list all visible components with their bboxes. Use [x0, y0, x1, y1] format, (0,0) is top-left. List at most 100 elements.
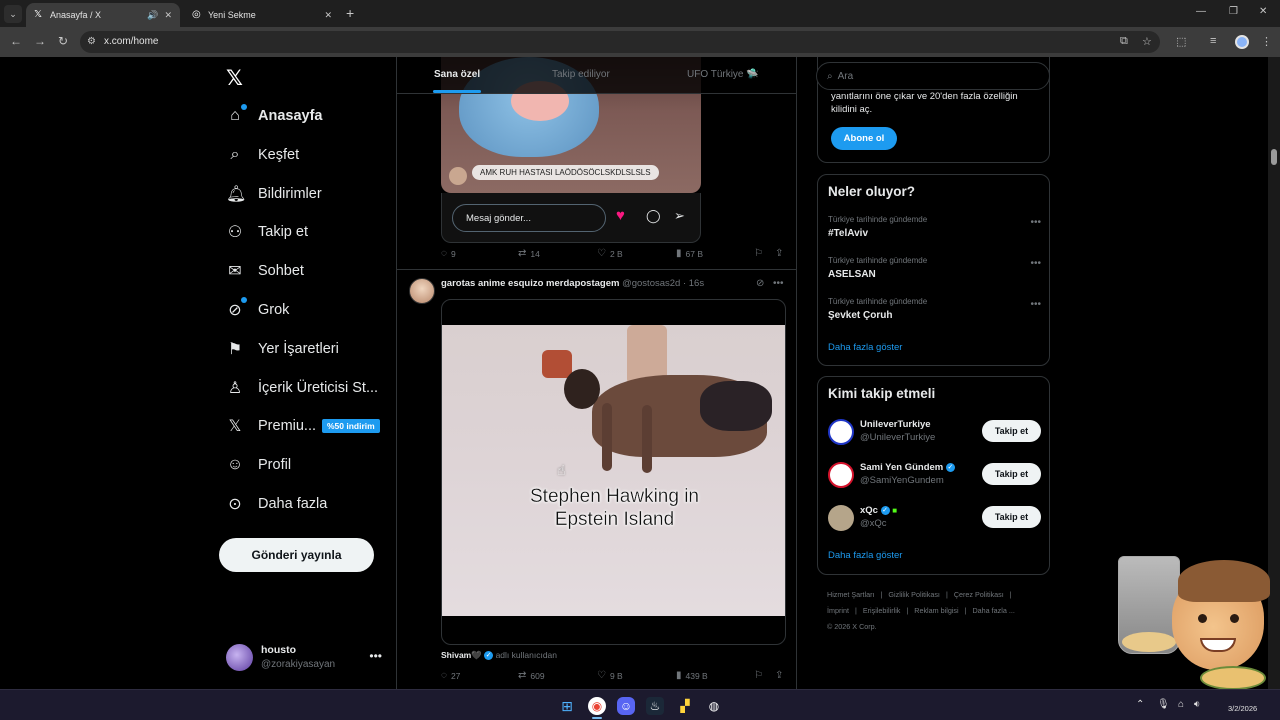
reply-button[interactable]: ◌ 9: [441, 248, 456, 259]
avatar[interactable]: [409, 278, 435, 304]
sidebar-item-grok[interactable]: ⊘ Grok: [226, 296, 289, 324]
share-button[interactable]: ⇪: [775, 248, 783, 259]
views-button[interactable]: ▮ 439 B: [676, 670, 708, 681]
back-icon[interactable]: ←: [10, 34, 22, 48]
repost-button[interactable]: ⇄ 609: [518, 670, 545, 681]
show-more-link[interactable]: Daha fazla göster: [828, 550, 902, 561]
bookmark-button[interactable]: ⚐: [754, 670, 763, 681]
file-icon[interactable]: ▞: [676, 697, 694, 715]
close-tab-icon[interactable]: ✕: [164, 10, 172, 21]
sidebar-item-more[interactable]: ⊙ Daha fazla: [226, 490, 327, 518]
sidebar-item-bookmarks[interactable]: ⚑ Yer İşaretleri: [226, 335, 339, 363]
tab-community[interactable]: UFO Türkiye 🛸: [687, 69, 759, 80]
chrome-icon[interactable]: ◉: [588, 697, 606, 715]
install-app-icon[interactable]: ⧉: [1120, 35, 1128, 48]
trend-item[interactable]: Türkiye tarihinde gündemde ASELSAN •••: [828, 256, 1041, 286]
browser-tab-inactive[interactable]: ◎ Yeni Sekme ✕: [184, 3, 340, 27]
forward-icon[interactable]: →: [34, 34, 46, 48]
comment-icon[interactable]: ◯: [646, 208, 661, 224]
footer-link[interactable]: Çerez Politikası: [954, 590, 1004, 599]
notification-dot: [241, 104, 247, 110]
network-icon[interactable]: ⌂: [1178, 699, 1184, 710]
sidebar-item-home[interactable]: ⌂ Anasayfa: [226, 102, 322, 130]
footer-link[interactable]: Gizlilik Politikası: [888, 590, 940, 599]
follow-suggestion[interactable]: Sami Yen Gündem ✓ @SamiYenGundem Takip e…: [828, 461, 1041, 491]
more-icon[interactable]: •••: [369, 649, 382, 663]
more-icon[interactable]: •••: [1030, 217, 1041, 228]
close-tab-icon[interactable]: ✕: [324, 10, 332, 21]
obs-icon[interactable]: ◍: [705, 697, 723, 715]
windows-start-icon[interactable]: ⊞: [558, 697, 576, 715]
restore-icon[interactable]: ❐: [1229, 6, 1238, 17]
sidebar-item-creator-studio[interactable]: ♙ İçerik Üreticisi St...: [226, 374, 378, 402]
reply-button[interactable]: ◌ 27: [441, 670, 460, 681]
footer-link[interactable]: İmprint: [827, 606, 849, 615]
footer-link[interactable]: Hizmet Şartları: [827, 590, 875, 599]
repost-button[interactable]: ⇄ 14: [518, 248, 540, 259]
grok-icon[interactable]: ⊘: [756, 278, 764, 289]
sidebar-item-follow[interactable]: ⚇ Takip et: [226, 218, 308, 246]
trend-item[interactable]: Türkiye tarihinde gündemde Şevket Çoruh …: [828, 297, 1041, 327]
microphone-icon[interactable]: 🎙︎: [1157, 699, 1170, 710]
more-icon[interactable]: •••: [1030, 299, 1041, 310]
sidebar-item-explore[interactable]: ⌕ Keşfet: [226, 141, 300, 169]
tab-search-button[interactable]: ⌄: [4, 5, 22, 23]
search-input[interactable]: ⌕ Ara: [816, 62, 1050, 90]
profile-avatar[interactable]: [1235, 35, 1249, 49]
follow-button[interactable]: Takip et: [982, 420, 1041, 442]
browser-menu-icon[interactable]: ⋮: [1261, 35, 1272, 48]
speaker-icon[interactable]: 🔊: [147, 10, 158, 21]
follow-button[interactable]: Takip et: [982, 506, 1041, 528]
timeline[interactable]: Sana özel Takip ediliyor UFO Türkiye 🛸 A…: [396, 57, 797, 689]
more-icon[interactable]: •••: [773, 278, 784, 289]
steam-icon[interactable]: ♨: [646, 697, 664, 715]
account-switcher[interactable]: housto @zorakiyasayan •••: [226, 643, 384, 675]
views-button[interactable]: ▮ 67 B: [676, 248, 703, 259]
browser-tab-active[interactable]: 𝕏 Anasayfa / X 🔊 ✕: [26, 3, 180, 27]
like-button[interactable]: ♡ 2 B: [597, 248, 623, 259]
volume-icon[interactable]: 🔉︎: [1194, 699, 1200, 710]
message-input[interactable]: Mesaj gönder...: [452, 204, 606, 232]
heart-icon[interactable]: ♥: [616, 207, 625, 224]
extensions-icon[interactable]: ⬚: [1176, 35, 1186, 48]
site-info-icon[interactable]: ⚙: [87, 36, 96, 47]
more-icon[interactable]: •••: [1030, 258, 1041, 269]
tab-for-you[interactable]: Sana özel: [434, 69, 480, 80]
subscribe-button[interactable]: Abone ol: [831, 127, 897, 150]
close-window-icon[interactable]: ✕: [1259, 6, 1267, 17]
discord-icon[interactable]: ☺: [617, 697, 635, 715]
x-logo-icon[interactable]: 𝕏: [226, 66, 243, 91]
bookmark-star-icon[interactable]: ☆: [1142, 35, 1152, 48]
reply-user[interactable]: Shivam🖤: [441, 650, 482, 660]
url-text[interactable]: x.com/home: [104, 36, 158, 47]
scrollbar-thumb[interactable]: [1271, 149, 1277, 165]
follow-suggestion[interactable]: xQc ✓ ■ @xQc Takip et: [828, 504, 1041, 534]
footer-link[interactable]: Daha fazla ...: [972, 606, 1014, 615]
sidebar-item-premium[interactable]: 𝕏 Premiu...: [226, 412, 316, 440]
footer-link[interactable]: Erişilebilirlik: [863, 606, 901, 615]
follow-button[interactable]: Takip et: [982, 463, 1041, 485]
minimize-icon[interactable]: —: [1196, 6, 1206, 17]
video-player[interactable]: Stephen Hawking in Epstein Island ☝: [441, 299, 786, 645]
sidebar-item-notifications[interactable]: 🔔︎ Bildirimler: [226, 180, 322, 208]
share-button[interactable]: ⇪: [775, 670, 783, 681]
address-bar[interactable]: [80, 31, 1160, 53]
bookmark-button[interactable]: ⚐: [754, 248, 763, 259]
post-button[interactable]: Gönderi yayınla: [219, 538, 374, 572]
chevron-up-icon[interactable]: ⌃: [1136, 699, 1144, 710]
tab-following[interactable]: Takip ediliyor: [552, 69, 610, 80]
reload-icon[interactable]: ↻: [58, 34, 68, 48]
sidebar-item-chat[interactable]: ✉ Sohbet: [226, 257, 304, 285]
author-name[interactable]: garotas anime esquizo merdapostagem: [441, 278, 619, 289]
media-control-icon[interactable]: ≡: [1210, 35, 1216, 47]
show-more-link[interactable]: Daha fazla göster: [828, 342, 902, 353]
author-handle-time[interactable]: @gostosas2d · 16s: [622, 278, 704, 289]
clock-date[interactable]: 3/2/2026: [1228, 704, 1257, 713]
send-icon[interactable]: ➢: [674, 208, 685, 224]
trend-item[interactable]: Türkiye tarihinde gündemde #TelAviv •••: [828, 215, 1041, 245]
footer-link[interactable]: Reklam bilgisi: [914, 606, 958, 615]
follow-suggestion[interactable]: UnileverTurkiye @UnileverTurkiye Takip e…: [828, 418, 1041, 448]
new-tab-button[interactable]: +: [346, 5, 354, 21]
like-button[interactable]: ♡ 9 B: [597, 670, 623, 681]
sidebar-item-profile[interactable]: ☺ Profil: [226, 451, 291, 479]
